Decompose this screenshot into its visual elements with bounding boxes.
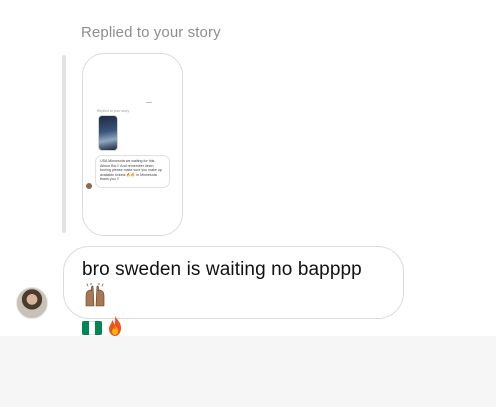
sender-avatar[interactable] <box>16 287 48 319</box>
reply-context-label: Replied to your story <box>81 24 221 41</box>
story-preview-card[interactable]: Replied to your story USA Minnesota we w… <box>82 53 183 236</box>
footer-area <box>0 336 496 407</box>
message-bubble[interactable]: bro sweden is waiting no bapppp <box>63 246 404 336</box>
nigeria-flag-icon <box>82 321 102 335</box>
story-caption-line: USA Minnesota we waiting for this. <box>100 159 156 163</box>
story-preview-sender-avatar <box>86 183 92 189</box>
story-preview-caption-bubble: USA Minnesota we waiting for this. Album… <box>95 155 170 188</box>
story-caption-part: available tickets <box>100 172 126 177</box>
story-caption-line: thank you !! <box>100 177 119 182</box>
reply-quote-bar <box>62 55 66 233</box>
message-text: bro sweden is waiting no bapppp <box>82 259 362 280</box>
story-preview-top-line <box>146 102 152 103</box>
story-caption-highlight: 🔥🔥 <box>126 172 136 177</box>
message-text-line: bro sweden is waiting no bapppp <box>82 257 385 315</box>
story-preview-thumbnail <box>98 115 118 151</box>
story-caption-part: in Minnesota <box>136 172 157 177</box>
story-preview-reply-label: Replied to your story <box>97 109 130 113</box>
raising-hands-icon <box>82 282 108 315</box>
